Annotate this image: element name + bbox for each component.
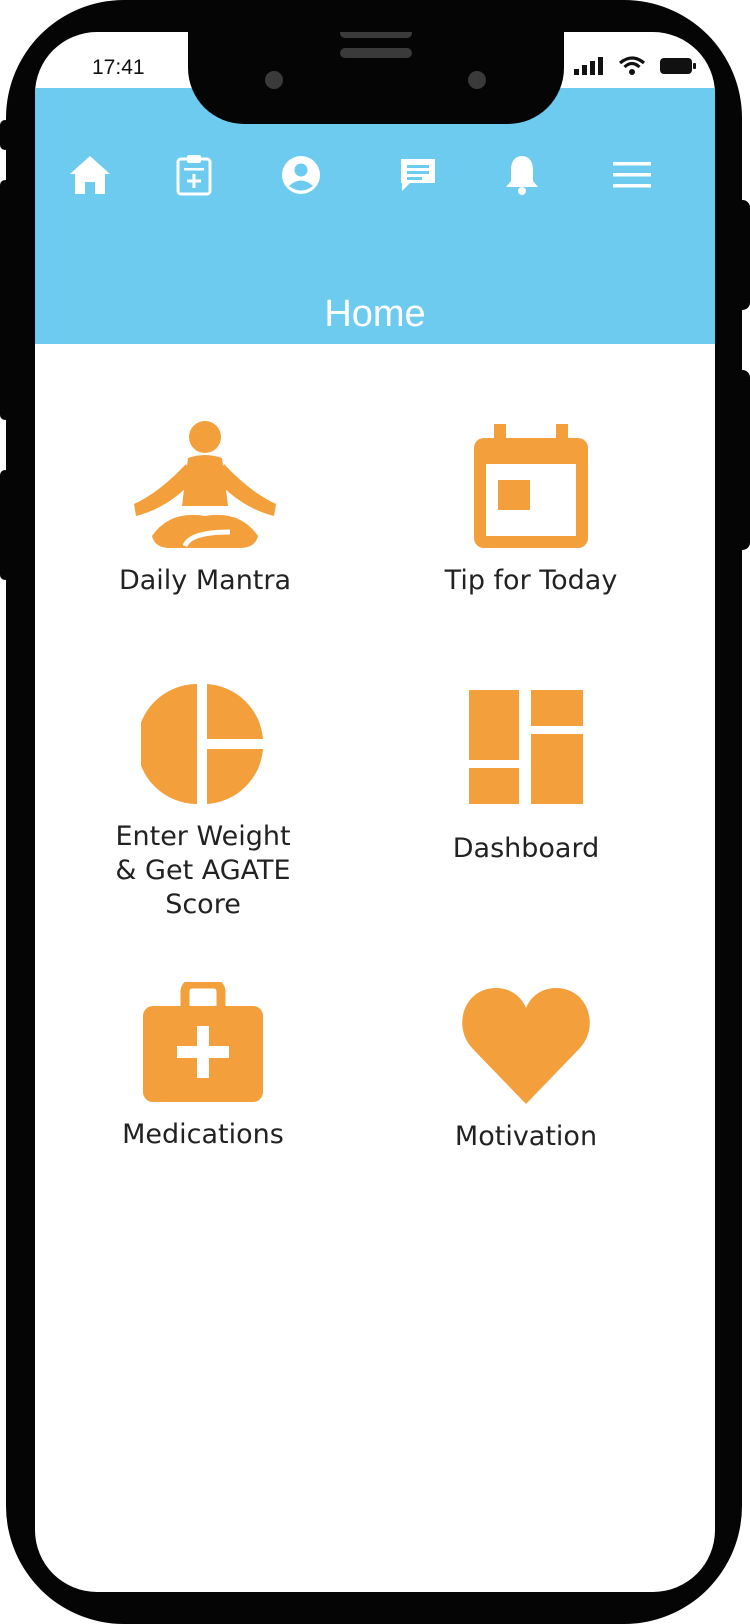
meditation-icon [85,420,325,550]
signal-icon [573,57,605,79]
phone-side-button [0,180,10,420]
wifi-icon [618,56,646,80]
tile-medications[interactable]: Medications [83,982,323,1152]
tile-label: Daily Mantra [118,565,292,596]
home-icon[interactable] [67,152,113,198]
dashboard-icon [406,688,646,806]
menu-icon[interactable] [609,152,655,198]
calendar-icon [411,424,651,550]
tile-label: Tip for Today [444,565,618,596]
phone-side-button [735,370,750,550]
heart-icon [406,984,646,1106]
clipboard-icon[interactable] [171,152,217,198]
status-icons [573,56,697,80]
pie-chart-icon [83,682,323,806]
camera [468,71,486,89]
phone-screen: 17:41 Home Daily Mantra Tip for Today En… [35,32,715,1592]
tile-label: Dashboard [452,833,600,864]
tile-enter-weight[interactable]: Enter Weight & Get AGATE Score [83,682,323,922]
battery-icon [659,56,697,80]
notch [188,32,564,124]
bell-icon[interactable] [499,152,545,198]
speaker [340,48,412,58]
phone-side-button [735,200,750,310]
tile-daily-mantra[interactable]: Daily Mantra [85,420,325,598]
chat-icon[interactable] [395,152,441,198]
account-icon[interactable] [278,152,324,198]
tile-label: Enter Weight & Get AGATE Score [115,821,291,920]
camera [265,71,283,89]
phone-side-button [0,470,10,580]
page-title: Home [324,293,426,335]
app-header: Home [35,88,715,344]
tile-label: Motivation [454,1121,598,1152]
tile-motivation[interactable]: Motivation [406,984,646,1154]
tile-dashboard[interactable]: Dashboard [406,688,646,866]
status-time: 17:41 [92,56,145,79]
first-aid-kit-icon [83,982,323,1104]
tile-label: Medications [122,1119,284,1150]
phone-side-button [0,120,10,150]
speaker [340,32,412,38]
tile-tip-for-today[interactable]: Tip for Today [411,424,651,598]
